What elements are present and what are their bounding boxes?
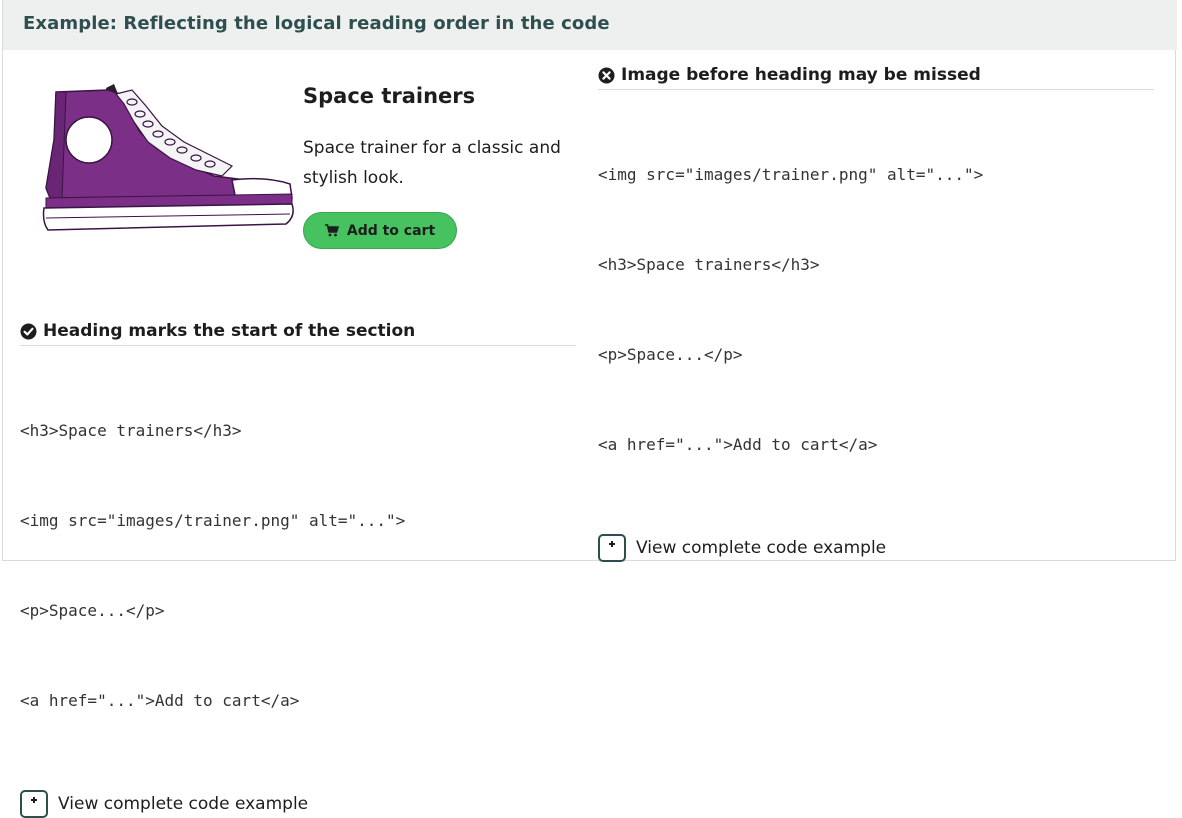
code-line: <a href="...">Add to cart</a> [598,435,878,454]
good-example-heading: Heading marks the start of the section [43,321,416,341]
panel-title: Example: Reflecting the logical reading … [23,13,610,34]
add-to-cart-button[interactable]: Add to cart [303,212,457,249]
good-example-header: Heading marks the start of the section [20,318,576,346]
plus-icon[interactable] [20,790,48,818]
cart-icon [324,224,339,237]
good-code-block: <h3>Space trainers</h3> <img src="images… [20,356,576,776]
product-description: Space trainer for a classic and stylish … [303,138,561,188]
code-line: <img src="images/trainer.png" alt="..."> [598,165,984,184]
check-circle-icon [20,323,37,339]
code-line: <h3>Space trainers</h3> [20,421,242,440]
plus-icon[interactable] [598,534,626,562]
code-line: <h3>Space trainers</h3> [598,255,820,274]
sneaker-image [42,84,294,231]
x-circle-icon [598,67,615,83]
code-line: <a href="...">Add to cart</a> [20,691,300,710]
panel-header: Example: Reflecting the logical reading … [3,0,1177,50]
bad-example: Image before heading may be missed <img … [598,62,1154,562]
good-view-code-toggle[interactable]: View complete code example [20,790,576,818]
code-line: <img src="images/trainer.png" alt="..."> [20,511,406,530]
bad-example-header: Image before heading may be missed [598,62,1154,90]
view-code-label: View complete code example [58,794,309,814]
bad-view-code-toggle[interactable]: View complete code example [598,534,1154,562]
bad-example-heading: Image before heading may be missed [621,65,981,85]
bad-code-block: <img src="images/trainer.png" alt="...">… [598,100,1154,520]
code-line: <p>Space...</p> [598,345,743,364]
add-to-cart-label: Add to cart [346,222,436,239]
view-code-label: View complete code example [636,538,887,558]
code-line: <p>Space...</p> [20,601,165,620]
product-title: Space trainers [303,84,476,108]
good-example: Heading marks the start of the section <… [20,318,576,818]
